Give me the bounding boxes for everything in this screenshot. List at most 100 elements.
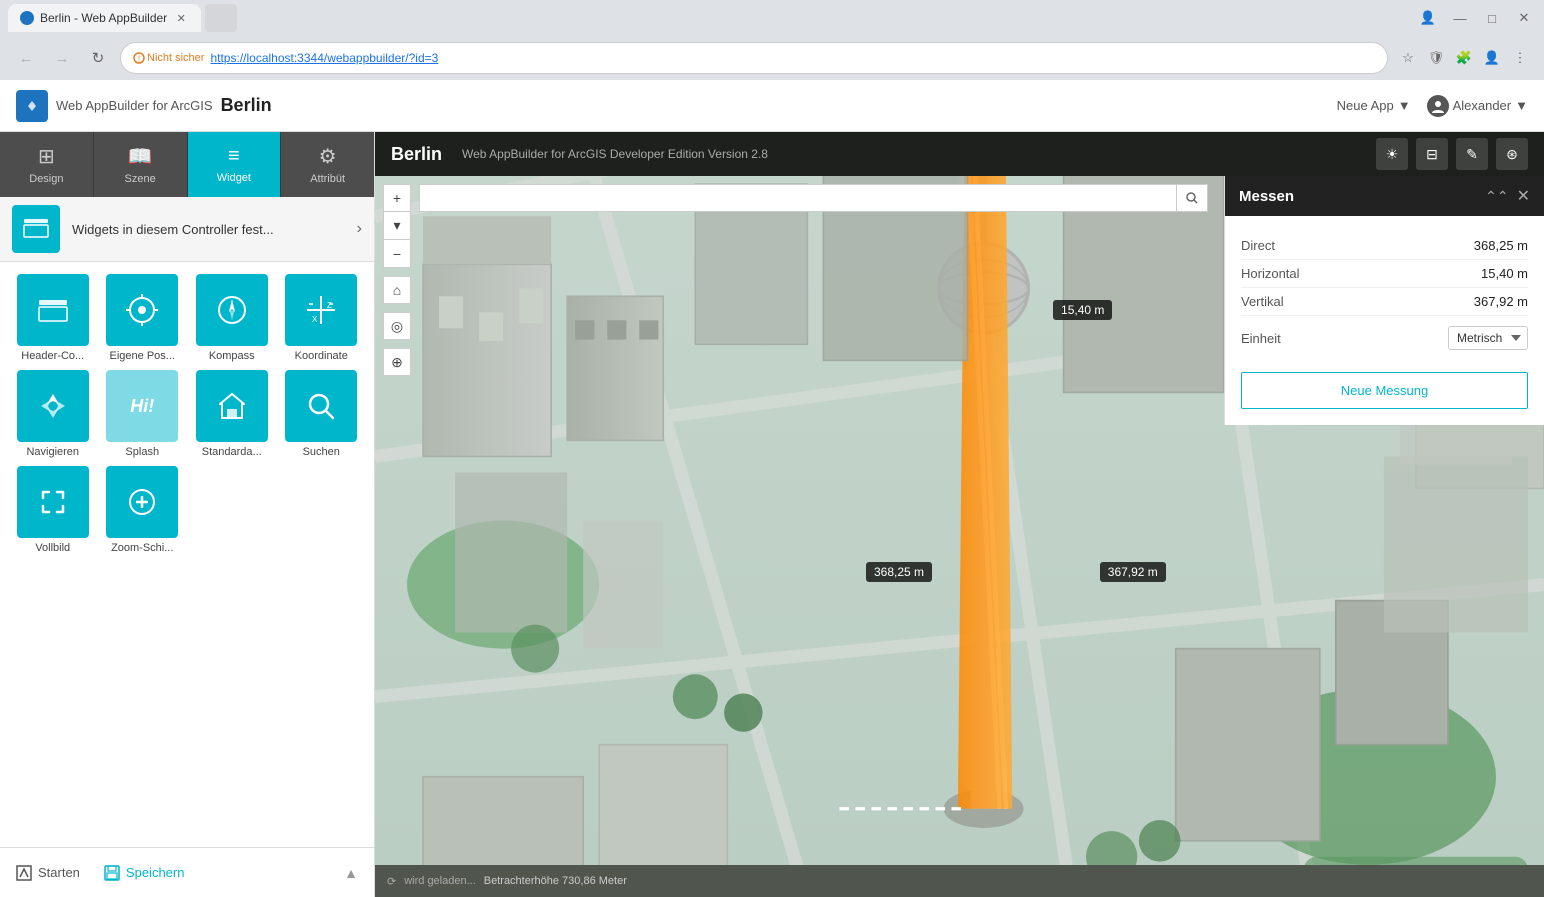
messen-collapse-button[interactable]: ⌃⌃ xyxy=(1485,188,1508,205)
widget-navigieren[interactable]: Navigieren xyxy=(12,370,94,458)
user-button[interactable]: Alexander ▼ xyxy=(1427,95,1528,117)
widget-standard-label: Standarda... xyxy=(202,446,262,458)
location-controls: ◎ xyxy=(383,312,411,340)
widget-koordinate[interactable]: XZ Koordinate xyxy=(281,274,363,362)
browser-chrome: Berlin - Web AppBuilder ✕ 👤 — □ ✕ ← → ↻ … xyxy=(0,0,1544,80)
zoom-in-button[interactable]: + xyxy=(383,184,411,212)
widget-header-label: Header-Co... xyxy=(21,350,84,362)
browser-titlebar: Berlin - Web AppBuilder ✕ 👤 — □ ✕ xyxy=(0,0,1544,36)
map-top-controls: ☀ ⊟ ✎ ⊛ xyxy=(1376,138,1528,170)
share-icon[interactable]: ⊛ xyxy=(1496,138,1528,170)
widget-koordinate-icon: XZ xyxy=(285,274,357,346)
messen-header: Messen ⌃⌃ ✕ xyxy=(1225,176,1544,216)
einheit-select[interactable]: Metrisch Imperial xyxy=(1448,326,1528,350)
zoom-out-button[interactable]: − xyxy=(383,240,411,268)
tilt-button[interactable]: ⊕ xyxy=(383,348,411,376)
neue-app-button[interactable]: Neue App ▼ xyxy=(1337,98,1411,113)
tab-szene-label: Szene xyxy=(125,173,156,185)
account-icon[interactable]: 👤 xyxy=(1480,46,1504,70)
widget-standard[interactable]: Standarda... xyxy=(191,370,273,458)
window-controls: 👤 — □ ✕ xyxy=(1416,6,1536,30)
widget-suchen[interactable]: Suchen xyxy=(281,370,363,458)
widget-navigieren-icon xyxy=(17,370,89,442)
speichern-button[interactable]: Speichern xyxy=(104,865,185,881)
sun-icon[interactable]: ☀ xyxy=(1376,138,1408,170)
close-button[interactable]: ✕ xyxy=(1512,6,1536,30)
widget-splash-label: Splash xyxy=(125,446,159,458)
messen-panel: Messen ⌃⌃ ✕ Direct 368,25 m Horizontal 1… xyxy=(1224,176,1544,425)
messen-row-einheit: Einheit Metrisch Imperial xyxy=(1241,320,1528,356)
messen-close-button[interactable]: ✕ xyxy=(1517,186,1530,206)
profile-icon[interactable]: 👤 xyxy=(1416,6,1440,30)
tab-design[interactable]: ⊞ Design xyxy=(0,132,94,197)
messen-horizontal-label: Horizontal xyxy=(1241,266,1481,281)
map-search-input[interactable] xyxy=(419,184,1176,212)
app-logo xyxy=(16,90,48,122)
design-tab-icon: ⊞ xyxy=(38,144,55,169)
browser-tabs: Berlin - Web AppBuilder ✕ xyxy=(8,4,237,32)
menu-icon[interactable]: ⋮ xyxy=(1508,46,1532,70)
bottom-bar: Starten Speichern ▲ xyxy=(0,847,374,897)
tab-favicon xyxy=(20,11,34,25)
tab-attribut-label: Attribüt xyxy=(310,173,345,185)
szene-tab-icon: 📖 xyxy=(128,144,153,169)
collapse-bottom-icon[interactable]: ▲ xyxy=(344,865,358,881)
controller-section[interactable]: Widgets in diesem Controller fest... › xyxy=(0,197,374,262)
main-layout: ⊞ Design 📖 Szene ≡ Widget ⚙ Attribüt xyxy=(0,132,1544,897)
widget-kompass-label: Kompass xyxy=(209,350,255,362)
measure-label-top: 15,40 m xyxy=(1053,300,1112,320)
messen-row-vertikal: Vertikal 367,92 m xyxy=(1241,288,1528,316)
home-button[interactable]: ⌂ xyxy=(383,276,411,304)
widget-standard-icon xyxy=(196,370,268,442)
forward-button[interactable]: → xyxy=(48,44,76,72)
widget-zoom[interactable]: Zoom-Schi... xyxy=(102,466,184,554)
address-bar-container: ← → ↻ ! Nicht sicher https://localhost:3… xyxy=(0,36,1544,80)
messen-horizontal-value: 15,40 m xyxy=(1481,266,1528,281)
back-button[interactable]: ← xyxy=(12,44,40,72)
widget-eigene-pos-label: Eigene Pos... xyxy=(110,350,175,362)
widget-header[interactable]: Header-Co... xyxy=(12,274,94,362)
status-loading-text: wird geladen... xyxy=(404,875,476,887)
tilt-controls: ⊕ xyxy=(383,348,411,376)
shield-icon[interactable]: 🛡 xyxy=(1424,46,1448,70)
new-tab-button[interactable] xyxy=(205,4,237,32)
widget-kompass-icon xyxy=(196,274,268,346)
neue-messung-button[interactable]: Neue Messung xyxy=(1241,372,1528,409)
user-dropdown-icon: ▼ xyxy=(1515,98,1528,113)
tab-title: Berlin - Web AppBuilder xyxy=(40,11,167,25)
maximize-button[interactable]: □ xyxy=(1480,6,1504,30)
map-subtitle: Web AppBuilder for ArcGIS Developer Edit… xyxy=(462,147,1376,161)
edit-icon[interactable]: ✎ xyxy=(1456,138,1488,170)
tab-close-button[interactable]: ✕ xyxy=(173,10,189,26)
browser-tab[interactable]: Berlin - Web AppBuilder ✕ xyxy=(8,4,201,32)
reload-button[interactable]: ↻ xyxy=(84,44,112,72)
split-view-icon[interactable]: ⊟ xyxy=(1416,138,1448,170)
controller-text: Widgets in diesem Controller fest... xyxy=(72,222,357,237)
tab-attribut[interactable]: ⚙ Attribüt xyxy=(281,132,374,197)
map-overlay-controls: + ▾ − ⌂ ◎ ⊕ xyxy=(383,184,411,382)
starten-button[interactable]: Starten xyxy=(16,865,80,881)
widget-eigene-pos[interactable]: Eigene Pos... xyxy=(102,274,184,362)
map-area[interactable]: Berlin Web AppBuilder for ArcGIS Develop… xyxy=(375,132,1544,897)
minimize-button[interactable]: — xyxy=(1448,6,1472,30)
map-title: Berlin xyxy=(391,144,442,165)
widget-eigene-pos-icon xyxy=(106,274,178,346)
compass-dropdown-button[interactable]: ▾ xyxy=(383,212,411,240)
location-button[interactable]: ◎ xyxy=(383,312,411,340)
bookmark-icon[interactable]: ☆ xyxy=(1396,46,1420,70)
url-text: https://localhost:3344/webappbuilder/?id… xyxy=(210,51,438,65)
left-sidebar: ⊞ Design 📖 Szene ≡ Widget ⚙ Attribüt xyxy=(0,132,375,897)
widget-vollbild[interactable]: Vollbild xyxy=(12,466,94,554)
app-title: Berlin xyxy=(221,95,272,116)
svg-text:!: ! xyxy=(138,55,140,64)
tab-szene[interactable]: 📖 Szene xyxy=(94,132,188,197)
widget-suchen-icon xyxy=(285,370,357,442)
messen-direct-value: 368,25 m xyxy=(1474,238,1528,253)
dropdown-arrow-icon: ▼ xyxy=(1398,98,1411,113)
address-bar[interactable]: ! Nicht sicher https://localhost:3344/we… xyxy=(120,42,1388,74)
extension-icon[interactable]: 🧩 xyxy=(1452,46,1476,70)
tab-widget[interactable]: ≡ Widget xyxy=(188,132,282,197)
widget-splash[interactable]: Hi! Splash xyxy=(102,370,184,458)
map-search-button[interactable] xyxy=(1176,184,1208,212)
widget-kompass[interactable]: Kompass xyxy=(191,274,273,362)
